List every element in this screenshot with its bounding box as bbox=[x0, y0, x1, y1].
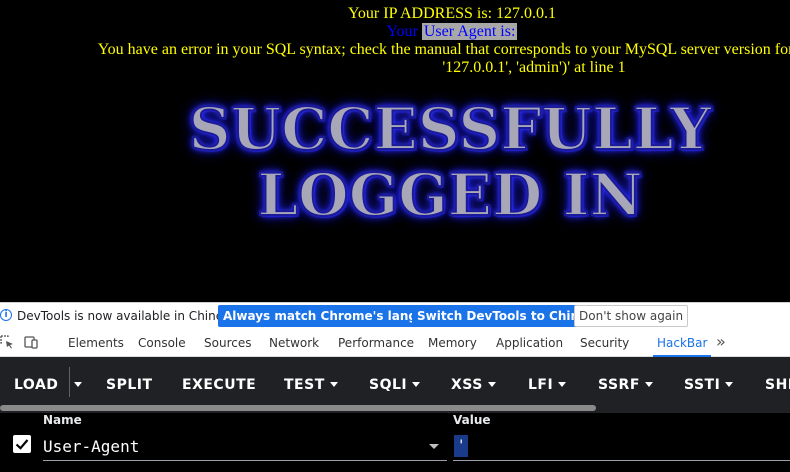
value-column-label: Value bbox=[453, 413, 491, 427]
tab-application[interactable]: Application bbox=[496, 329, 563, 357]
chevron-down-icon bbox=[329, 381, 338, 387]
tab-memory[interactable]: Memory bbox=[428, 329, 477, 357]
web-page: Your IP ADDRESS is: 127.0.0.1 Your User … bbox=[0, 0, 790, 302]
header-name-value: User-Agent bbox=[43, 437, 140, 456]
language-notice-bar: i DevTools is now available in Chinese! … bbox=[0, 302, 790, 329]
dont-show-again-button[interactable]: Don't show again bbox=[574, 305, 689, 327]
chevron-down-icon bbox=[558, 381, 567, 387]
tab-security[interactable]: Security bbox=[580, 329, 629, 357]
tab-network[interactable]: Network bbox=[269, 329, 319, 357]
test-menu-label: TEST bbox=[284, 377, 325, 393]
success-banner-line-1: SUCCESSFULLY bbox=[188, 95, 713, 163]
ssti-menu-label: SSTI bbox=[684, 377, 721, 393]
devtools-panel: i DevTools is now available in Chinese! … bbox=[0, 302, 790, 472]
chevron-down-icon bbox=[487, 381, 496, 387]
lfi-menu-label: LFI bbox=[528, 377, 554, 393]
chevron-down-icon bbox=[725, 381, 734, 387]
tab-sources[interactable]: Sources bbox=[204, 329, 251, 357]
header-value-text: ' bbox=[454, 435, 469, 457]
sql-error-line-1: You have an error in your SQL syntax; ch… bbox=[97, 41, 790, 58]
success-banner: SUCCESSFULLY LOGGED IN bbox=[150, 95, 750, 229]
sqli-menu-label: SQLI bbox=[369, 377, 408, 393]
language-notice-text: DevTools is now available in Chinese! bbox=[17, 309, 242, 323]
devtools-tab-bar: Elements Console Sources Network Perform… bbox=[0, 329, 790, 357]
inspect-element-icon[interactable] bbox=[0, 335, 14, 349]
chevron-down-icon bbox=[412, 381, 421, 387]
header-value-input[interactable]: ' bbox=[453, 431, 790, 461]
info-icon: i bbox=[0, 309, 12, 321]
toolbar-scrollbar[interactable] bbox=[0, 405, 596, 411]
sql-error-message: You have an error in your SQL syntax; ch… bbox=[0, 41, 790, 77]
toolbar-divider bbox=[69, 367, 70, 397]
chevron-down-icon bbox=[644, 381, 653, 387]
sql-error-line-2: '127.0.0.1', 'admin')' at line 1 bbox=[442, 59, 626, 76]
user-agent-line: Your User Agent is: bbox=[0, 23, 790, 41]
enable-header-checkbox[interactable] bbox=[13, 435, 31, 453]
checkmark-icon bbox=[15, 439, 29, 450]
user-agent-prefix: Your bbox=[386, 23, 418, 40]
user-agent-label: User Agent is: bbox=[421, 23, 518, 40]
chevron-down-icon bbox=[74, 381, 82, 387]
success-banner-line-2: LOGGED IN bbox=[256, 161, 643, 229]
ip-address-text: Your IP ADDRESS is: 127.0.0.1 bbox=[347, 5, 557, 22]
device-toolbar-icon[interactable] bbox=[24, 335, 38, 349]
tab-elements[interactable]: Elements bbox=[68, 329, 124, 357]
tab-performance[interactable]: Performance bbox=[338, 329, 414, 357]
chevron-down-icon bbox=[429, 444, 439, 449]
header-name-select[interactable]: User-Agent bbox=[43, 431, 447, 461]
tab-hackbar[interactable]: HackBar bbox=[652, 329, 712, 357]
more-tabs-icon[interactable]: » bbox=[716, 329, 726, 357]
tab-console[interactable]: Console bbox=[138, 329, 186, 357]
name-column-label: Name bbox=[43, 413, 82, 427]
ssrf-menu-label: SSRF bbox=[598, 377, 640, 393]
hackbar-fields: Name Value User-Agent ' bbox=[0, 413, 790, 472]
xss-menu-label: XSS bbox=[451, 377, 483, 393]
